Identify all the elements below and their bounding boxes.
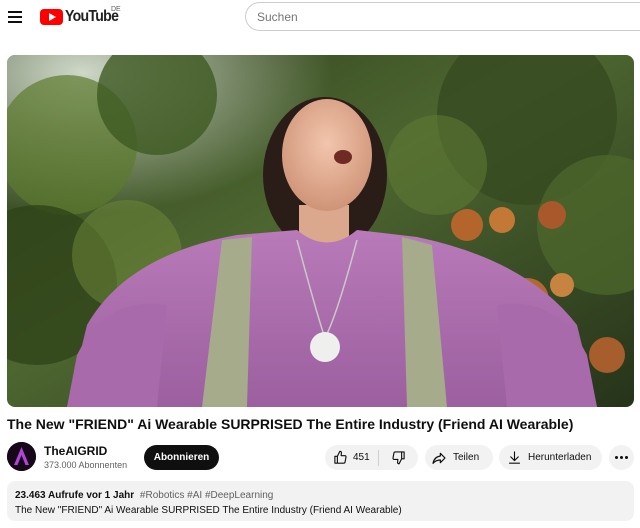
like-dislike-group: 451 [325, 445, 418, 470]
thumbs-down-icon [392, 451, 405, 465]
more-options-icon[interactable] [609, 445, 634, 470]
view-count: 23.463 Aufrufe [15, 490, 84, 501]
download-button[interactable]: Herunterladen [499, 445, 602, 470]
description-meta: 23.463 Aufrufe vor 1 Jahr #Robotics #AI … [15, 490, 273, 501]
video-player[interactable] [7, 55, 634, 407]
dislike-button[interactable] [379, 445, 418, 470]
video-frame [7, 55, 634, 407]
youtube-play-icon [40, 9, 63, 25]
download-label: Herunterladen [528, 452, 592, 463]
upload-date: vor 1 Jahr [86, 490, 135, 501]
thumbs-up-icon [334, 450, 347, 464]
like-button[interactable]: 451 [325, 445, 378, 470]
search-input[interactable] [246, 3, 640, 30]
subscriber-count: 373.000 Abonnenten [44, 460, 128, 470]
share-icon [432, 452, 446, 464]
share-label: Teilen [453, 452, 480, 463]
hamburger-menu-icon[interactable] [6, 6, 26, 26]
search-box [245, 2, 640, 31]
channel-logo-icon [7, 442, 36, 471]
region-code: DE [111, 6, 121, 13]
video-title: The New "FRIEND" Ai Wearable SURPRISED T… [7, 416, 574, 432]
like-count: 451 [353, 452, 370, 463]
subscribe-button[interactable]: Abonnieren [144, 445, 219, 470]
channel-name[interactable]: TheAIGRID [44, 444, 107, 458]
download-icon [508, 451, 521, 464]
description-text: The New "FRIEND" Ai Wearable SURPRISED T… [15, 505, 402, 516]
share-button[interactable]: Teilen [425, 445, 493, 470]
description-box[interactable]: 23.463 Aufrufe vor 1 Jahr #Robotics #AI … [7, 481, 634, 521]
top-bar: YouTube DE [0, 0, 640, 34]
hashtags[interactable]: #Robotics #AI #DeepLearning [140, 490, 273, 501]
channel-avatar[interactable] [7, 442, 36, 471]
